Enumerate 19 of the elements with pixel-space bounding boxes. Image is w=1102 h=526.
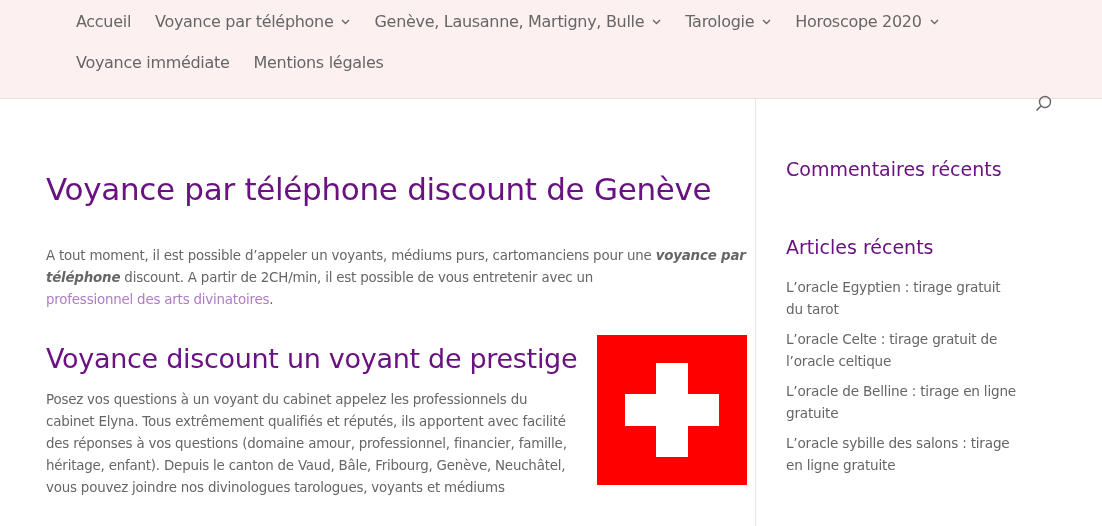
nav-link[interactable]: Tarologie: [685, 10, 772, 34]
nav-link[interactable]: Horoscope 2020: [795, 10, 939, 34]
intro-paragraph: A tout moment, il est possible d’appeler un voyants, médiums purs, cartomanciens pour une voyance par téléphone discount. A partir de 2CH/min, il est possible de vous entretenir avec un professionnel des arts divinatoires.: [46, 247, 746, 309]
section-heading: Voyance discount un voyant de prestige: [46, 342, 578, 376]
nav-link[interactable]: Voyance immédiate: [76, 51, 230, 75]
body-paragraph: Posez vos questions à un voyant du cabinet appelez les professionnels du cabinet Elyna. Tous extrêmement qualifiés et réputés, ils apportent avec facilité des réponses à vos questions (domaine amour, professionnel, financier, famille, héritage, enfant). Depuis le canton de Vaud, Bâle, Fribourg, Genève, Neuchâtel, vous pouvez joindre nos divinologues tarologues, voyants et médiums: [46, 391, 568, 497]
nav-link[interactable]: Genève, Lausanne, Martigny, Bulle: [374, 10, 662, 34]
flag-icon: [597, 335, 747, 485]
nav-link[interactable]: Accueil: [76, 10, 132, 34]
nav-link[interactable]: Mentions légales: [253, 51, 384, 75]
nav-link[interactable]: Voyance par téléphone: [155, 10, 351, 34]
page-title: Voyance par téléphone discount de Genève: [46, 170, 713, 209]
article-link[interactable]: L’oracle Celte : tirage gratuit de l’oracle celtique: [786, 328, 1018, 372]
widget-title: Articles récents: [786, 235, 935, 260]
article-link[interactable]: L’oracle sybille des salons : tirage en ligne gratuite: [786, 432, 1018, 476]
article-link[interactable]: L’oracle de Belline : tirage en ligne gratuite: [786, 380, 1018, 424]
search-icon[interactable]: [1035, 95, 1052, 112]
widget-title: Commentaires récents: [786, 157, 1003, 182]
article-link[interactable]: L’oracle Egyptien : tirage gratuit du tarot: [786, 276, 1018, 320]
